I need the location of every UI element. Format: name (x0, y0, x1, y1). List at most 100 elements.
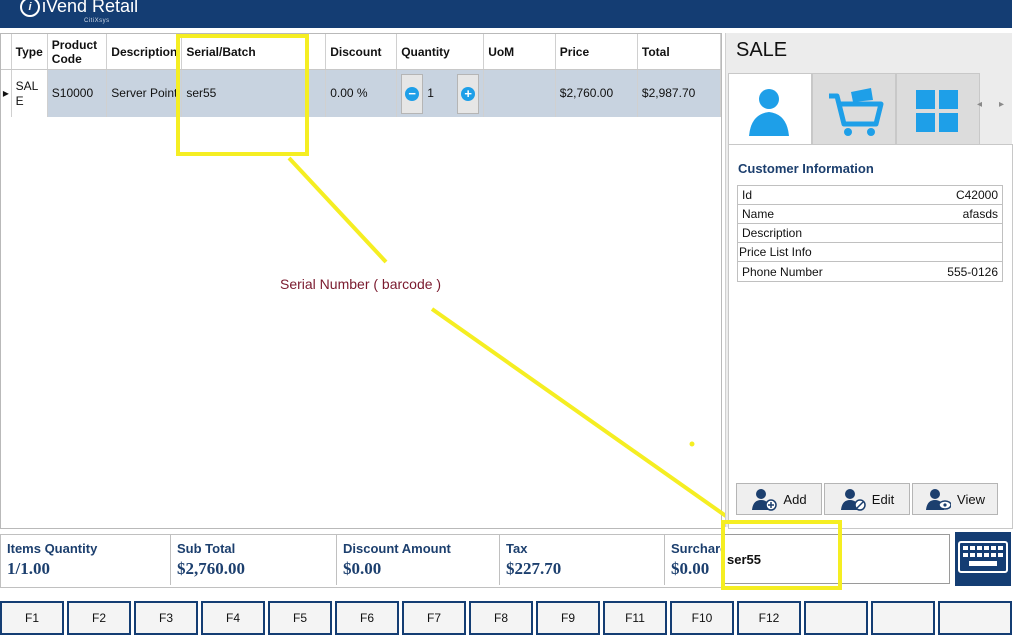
add-button-label: Add (783, 491, 807, 507)
column-header-quantity[interactable]: Quantity (396, 34, 485, 70)
annotation-serial-highlight (176, 34, 309, 156)
f6-button[interactable]: F6 (335, 601, 399, 635)
customer-panel: Customer Information Id C42000 Name afas… (728, 144, 1013, 529)
row-indicator-header (1, 34, 12, 70)
grid-icon (916, 90, 958, 132)
panel-title: SALE (736, 39, 788, 61)
tab-apps[interactable] (896, 73, 980, 145)
tab-cart[interactable] (812, 73, 896, 145)
surcharge-label: Surcharge (671, 541, 721, 556)
tab-customer[interactable] (728, 73, 812, 147)
f9-button[interactable]: F9 (536, 601, 600, 635)
tax-value: $227.70 (506, 559, 562, 578)
sub-total-label: Sub Total (177, 541, 236, 556)
edit-customer-button[interactable]: Edit (824, 483, 910, 515)
customer-label: Price List Info (739, 245, 812, 259)
minus-icon: − (405, 86, 420, 101)
function-keys-bar: F1 F2 F3 F4 F5 F6 F7 F8 F9 F11 F10 F12 (0, 601, 1012, 635)
sub-total-cell: Sub Total $2,760.00 (171, 535, 337, 585)
plus-icon: + (461, 86, 476, 101)
customer-label: Id (742, 188, 753, 202)
function-button-14[interactable] (871, 601, 935, 635)
column-header-type[interactable]: Type (11, 34, 48, 70)
discount-amount-value: $0.00 (343, 559, 382, 578)
customer-row-price-list: Price List Info (738, 243, 1002, 262)
column-header-discount[interactable]: Discount (325, 34, 398, 70)
keyboard-icon (958, 541, 1008, 573)
f7-button[interactable]: F7 (402, 601, 466, 635)
view-customer-button[interactable]: View (912, 483, 998, 515)
f3-button[interactable]: F3 (134, 601, 198, 635)
f4-button[interactable]: F4 (201, 601, 265, 635)
view-button-label: View (957, 491, 985, 507)
cell-description: Server Point (106, 69, 183, 117)
table-header: Type Product Code Description Serial/Bat… (1, 34, 722, 70)
customer-row-description: Description (738, 224, 1002, 243)
cell-uom (483, 69, 556, 117)
column-header-uom[interactable]: UoM (483, 34, 556, 70)
cell-price: $2,760.00 (555, 69, 638, 117)
f11-button[interactable]: F11 (603, 601, 667, 635)
tab-scroll-right-icon[interactable]: ▸ (999, 99, 1004, 110)
customer-icon (749, 89, 789, 136)
logo-text: iVend Retail (42, 0, 139, 16)
table-row[interactable]: ▸ SALE S10000 Server Point ser55 0.00 % … (1, 69, 722, 117)
f5-button[interactable]: F5 (268, 601, 332, 635)
surcharge-cell: Surcharge $0.00 (665, 535, 721, 585)
customer-row-phone: Phone Number 555-0126 (738, 262, 1002, 281)
f8-button[interactable]: F8 (469, 601, 533, 635)
quantity-value[interactable]: 1 (427, 86, 453, 101)
customer-label: Phone Number (742, 264, 823, 279)
cell-total: $2,987.70 (637, 69, 722, 117)
app-logo: i iVend Retail CitiXsys (20, 0, 139, 24)
logo-subtext: CitiXsys (84, 18, 110, 24)
column-header-total[interactable]: Total (637, 34, 722, 70)
function-button-13[interactable] (804, 601, 868, 635)
customer-value: afasds (962, 207, 998, 221)
annotation-label: Serial Number ( barcode ) (280, 276, 442, 292)
row-selector-arrow-icon: ▸ (1, 69, 12, 117)
customer-value: C42000 (955, 188, 998, 202)
edit-button-label: Edit (871, 491, 895, 507)
totals-bar: Items Quantity 1/1.00 Sub Total $2,760.0… (0, 534, 722, 588)
logo-mark: i (20, 0, 40, 17)
increase-quantity-button[interactable]: + (457, 73, 480, 114)
cell-quantity: − 1 + (396, 69, 485, 117)
top-bar: i iVend Retail CitiXsys (0, 0, 1012, 28)
customer-value: 555-0126 (947, 264, 998, 279)
f12-button[interactable]: F12 (737, 601, 801, 635)
f1-button[interactable]: F1 (0, 601, 64, 635)
column-header-price[interactable]: Price (555, 34, 638, 70)
cell-type: SALE (11, 69, 48, 117)
cell-discount[interactable]: 0.00 % (325, 69, 398, 117)
items-quantity-value: 1/1.00 (7, 559, 50, 578)
edit-user-icon (840, 489, 866, 511)
add-customer-button[interactable]: Add (736, 483, 822, 515)
column-header-product-code[interactable]: Product Code (47, 34, 108, 70)
customer-row-id: Id C42000 (738, 186, 1002, 205)
add-user-icon (752, 489, 778, 511)
sub-total-value: $2,760.00 (177, 559, 245, 578)
tax-label: Tax (506, 541, 528, 556)
tab-scroll-left-icon[interactable]: ◂ (977, 99, 982, 110)
annotation-input-highlight (721, 520, 842, 590)
customer-label: Description (742, 226, 803, 240)
customer-info-table: Id C42000 Name afasds Description Price … (737, 185, 1003, 282)
f10-button[interactable]: F10 (670, 601, 734, 635)
function-button-15[interactable] (938, 601, 1012, 635)
view-user-icon (926, 489, 952, 510)
cart-icon (829, 88, 884, 136)
keyboard-button[interactable] (955, 532, 1011, 586)
decrease-quantity-button[interactable]: − (401, 73, 424, 114)
column-header-description[interactable]: Description (106, 34, 183, 70)
items-quantity-label: Items Quantity (7, 541, 98, 556)
discount-amount-cell: Discount Amount $0.00 (337, 535, 500, 585)
tax-cell: Tax $227.70 (500, 535, 665, 585)
customer-label: Name (742, 207, 775, 221)
f2-button[interactable]: F2 (67, 601, 131, 635)
cell-product-code: S10000 (47, 69, 108, 117)
items-table: Type Product Code Description Serial/Bat… (1, 34, 722, 117)
customer-info-title: Customer Information (738, 161, 874, 176)
items-quantity-cell: Items Quantity 1/1.00 (1, 535, 171, 585)
surcharge-value: $0.00 (671, 559, 710, 578)
